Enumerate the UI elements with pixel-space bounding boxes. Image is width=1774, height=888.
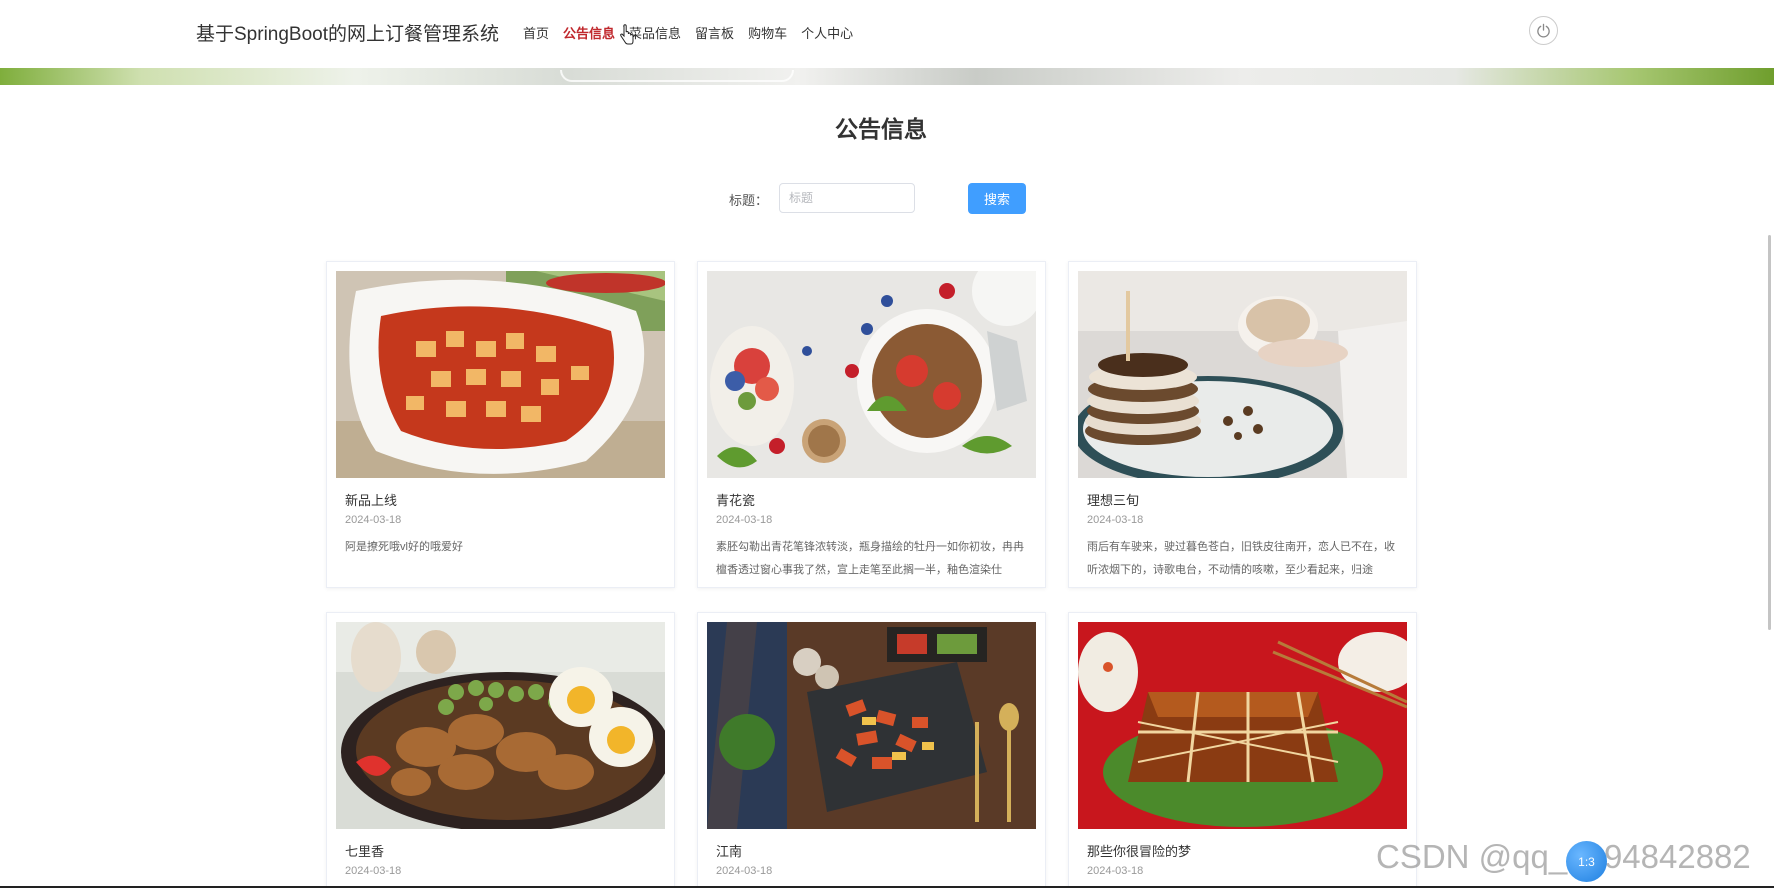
power-icon <box>1537 23 1550 38</box>
banner-strip <box>0 68 1774 85</box>
card-date: 2024-03-18 <box>716 865 773 877</box>
card-title: 青花瓷 <box>716 493 756 508</box>
notice-card[interactable]: 新品上线 2024-03-18 阿是撩死哦vl好的哦爱好 <box>326 261 675 588</box>
card-title: 那些你很冒险的梦 <box>1087 844 1192 859</box>
nav-cart[interactable]: 购物车 <box>748 23 787 42</box>
site-brand[interactable]: 基于SpringBoot的网上订餐管理系统 <box>196 19 499 46</box>
notice-card[interactable]: 那些你很冒险的梦 2024-03-18 <box>1068 612 1417 888</box>
card-image-mapo-tofu <box>336 271 665 478</box>
floating-assistant-button[interactable]: 1:3 <box>1566 841 1607 882</box>
card-date: 2024-03-18 <box>1087 865 1144 877</box>
card-image-fruit-bowls <box>707 271 1036 478</box>
card-description: 雨后有车驶来，驶过暮色苍白，旧铁皮往南开，恋人已不在，收听浓烟下的，诗歌电台，不… <box>1087 541 1395 576</box>
notice-card[interactable]: 江南 2024-03-18 <box>697 612 1046 888</box>
card-title: 新品上线 <box>345 493 398 508</box>
card-date: 2024-03-18 <box>1087 514 1144 526</box>
hand-cursor-icon <box>620 24 634 45</box>
notice-card[interactable]: 七里香 2024-03-18 <box>326 612 675 888</box>
card-image-braised-pork <box>1078 622 1407 829</box>
nav-home[interactable]: 首页 <box>523 23 549 42</box>
main-nav: 首页 公告信息 菜品信息 留言板 购物车 个人中心 <box>523 23 867 42</box>
search-button[interactable]: 搜索 <box>968 183 1026 214</box>
nav-dishes[interactable]: 菜品信息 <box>629 23 681 42</box>
card-title: 理想三旬 <box>1087 493 1140 508</box>
nav-message-board[interactable]: 留言板 <box>695 23 734 42</box>
nav-profile[interactable]: 个人中心 <box>801 23 853 42</box>
card-date: 2024-03-18 <box>345 514 402 526</box>
card-image-pancakes <box>1078 271 1407 478</box>
card-title: 江南 <box>716 844 743 859</box>
logout-button[interactable] <box>1529 16 1558 45</box>
card-description: 阿是撩死哦vl好的哦爱好 <box>345 541 463 553</box>
csdn-watermark: CSDN @qq_1394842882 <box>1376 838 1751 875</box>
page-title: 公告信息 <box>835 116 927 142</box>
card-image-spicy-dish <box>707 622 1036 829</box>
notice-card[interactable]: 青花瓷 2024-03-18 素胚勾勒出青花笔锋浓转淡，瓶身描绘的牡丹一如你初妆… <box>697 261 1046 588</box>
top-navbar: 基于SpringBoot的网上订餐管理系统 首页 公告信息 菜品信息 留言板 购… <box>0 0 1774 68</box>
title-search-input[interactable] <box>779 183 915 213</box>
search-label: 标题： <box>729 193 769 208</box>
notice-card[interactable]: 理想三旬 2024-03-18 雨后有车驶来，驶过暮色苍白，旧铁皮往南开，恋人已… <box>1068 261 1417 588</box>
card-title: 七里香 <box>345 844 385 859</box>
card-image-braised-chicken <box>336 622 665 829</box>
page-scrollbar[interactable] <box>1768 235 1771 630</box>
card-description: 素胚勾勒出青花笔锋浓转淡，瓶身描绘的牡丹一如你初妆，冉冉檀香透过窗心事我了然，宣… <box>716 541 1024 576</box>
nav-announcements[interactable]: 公告信息 <box>563 23 615 42</box>
card-date: 2024-03-18 <box>716 514 773 526</box>
card-date: 2024-03-18 <box>345 865 402 877</box>
